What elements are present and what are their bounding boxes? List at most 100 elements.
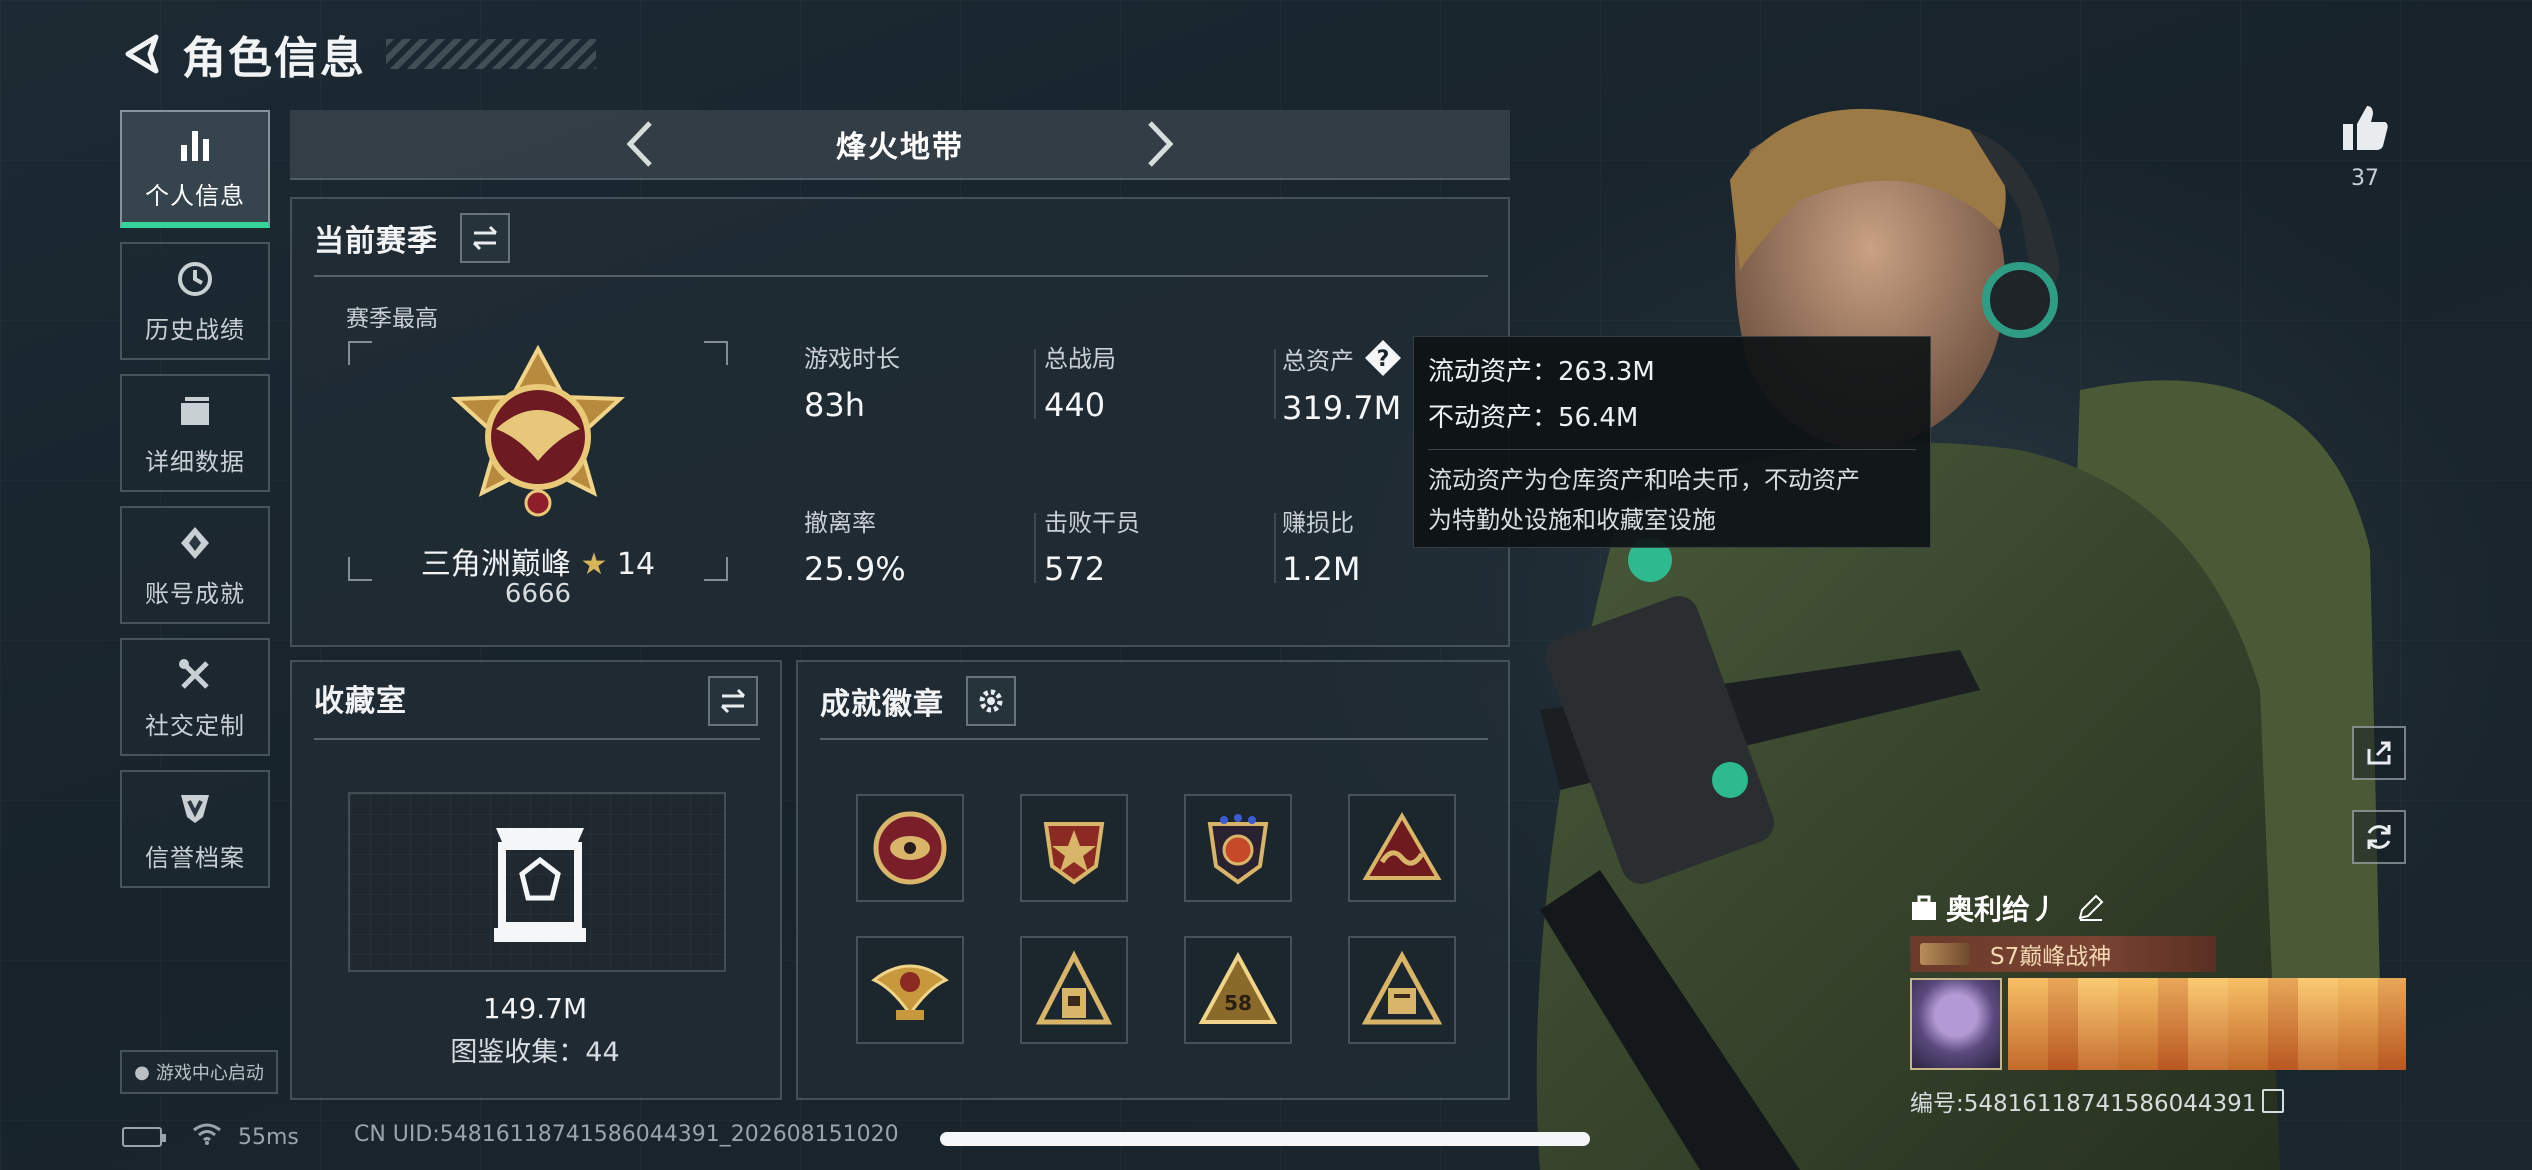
collection-switch-button[interactable] [708, 676, 758, 726]
tooltip-fixed-assets: 不动资产：56.4M [1428, 403, 1639, 433]
gear-icon [979, 689, 1003, 713]
collection-panel[interactable]: 收藏室 149.7M 图鉴收集：44 [290, 660, 782, 1100]
uid-text: CN UID:54816118741586044391_202608151020 [354, 1122, 899, 1147]
rank-name: 三角洲巅峰 ★ 14 [348, 539, 728, 583]
game-center-launch-button[interactable]: ● 游戏中心启动 [120, 1050, 278, 1094]
edit-icon[interactable] [2076, 894, 2104, 922]
svg-text:58: 58 [1224, 991, 1252, 1015]
like-button[interactable]: 37 [2330, 100, 2400, 191]
sidebar: 个人信息 历史战绩 详细数据 账号成就 社交定制 信誉档案 [120, 110, 270, 902]
badge-star-crest-icon[interactable] [1184, 794, 1292, 902]
home-indicator[interactable] [940, 1132, 1590, 1146]
share-button[interactable] [2352, 726, 2406, 780]
player-card: 奥利给丿 S7巅峰战神 编号:54816118741586044391 [1910, 888, 2410, 1118]
player-title-badge: S7巅峰战神 [1910, 936, 2216, 972]
mode-title: 烽火地带 [836, 130, 964, 165]
rank-name-text: 三角洲巅峰 [420, 547, 571, 582]
divider [1274, 349, 1276, 419]
sidebar-item-label: 信誉档案 [145, 843, 245, 872]
divider [1428, 449, 1916, 450]
wifi-icon [192, 1122, 222, 1152]
avatar[interactable] [1910, 978, 2002, 1070]
stat-label: 撤离率 [804, 509, 876, 537]
stat-value: 25.9% [804, 550, 906, 588]
stat-value: 83h [804, 386, 865, 424]
player-banner[interactable] [2008, 978, 2406, 1070]
stat-play-time: 游戏时长 83h [804, 339, 1004, 424]
badge-eye-icon[interactable] [856, 794, 964, 902]
player-id: 编号:54816118741586044391 [1910, 1091, 2257, 1117]
rank-display: 三角洲巅峰 ★ 14 6666 [348, 341, 728, 609]
sidebar-item-social[interactable]: 社交定制 [120, 638, 270, 756]
launch-label: 游戏中心启动 [155, 1063, 264, 1084]
rank-level: 14 [616, 547, 656, 582]
stat-label: 游戏时长 [804, 345, 900, 373]
sidebar-item-detailed-data[interactable]: 详细数据 [120, 374, 270, 492]
sidebar-item-credit[interactable]: 信誉档案 [120, 770, 270, 888]
divider [314, 738, 760, 740]
tooltip-liquid-assets: 流动资产：263.3M [1428, 357, 1655, 387]
badges-settings-button[interactable] [966, 676, 1016, 726]
swap-icon [720, 688, 746, 714]
penguin-icon: ● [134, 1061, 150, 1083]
sidebar-item-personal-info[interactable]: 个人信息 [120, 110, 270, 228]
badge-star-shield-icon[interactable] [1020, 794, 1128, 902]
collection-count: 图鉴收集：44 [450, 1037, 620, 1068]
chevron-left-icon[interactable] [620, 119, 660, 169]
ping-value: 55ms [238, 1124, 299, 1150]
sidebar-item-label: 社交定制 [145, 711, 245, 740]
season-switch-button[interactable] [460, 213, 510, 263]
badge-triangle-wave-icon[interactable] [1348, 794, 1456, 902]
status-bar: 55ms [122, 1122, 299, 1152]
stat-label: 总战局 [1044, 345, 1116, 373]
briefcase-icon [1912, 895, 1936, 920]
folder-icon [174, 390, 216, 432]
season-title: 当前赛季 [314, 224, 438, 259]
rank-score: 6666 [504, 579, 572, 609]
badges-title: 成就徽章 [820, 687, 944, 722]
divider [1274, 513, 1276, 583]
clock-icon [174, 258, 216, 300]
badge-triangle-58-icon[interactable]: 58 [1184, 936, 1292, 1044]
star-icon: ★ [580, 547, 608, 582]
season-subtitle: 赛季最高 [346, 306, 438, 332]
divider [1034, 349, 1036, 419]
achievement-icon [174, 522, 216, 564]
collection-showcase [348, 792, 726, 972]
swap-icon [472, 225, 498, 251]
stat-total-matches: 总战局 440 [1044, 339, 1244, 424]
page-title: 角色信息 [182, 33, 366, 84]
sidebar-item-history[interactable]: 历史战绩 [120, 242, 270, 360]
copy-icon[interactable] [2262, 1089, 2285, 1113]
stat-value: 572 [1044, 550, 1106, 588]
stat-value: 1.2M [1282, 550, 1361, 588]
refresh-button[interactable] [2352, 810, 2406, 864]
season-panel: 当前赛季 赛季最高 三角洲巅峰 ★ 14 6666 游戏时长 83h 总战局 4… [290, 197, 1510, 647]
shield-icon [174, 786, 216, 828]
divider [1034, 513, 1036, 583]
badge-tower-icon[interactable] [1020, 936, 1128, 1044]
back-arrow-icon[interactable] [120, 31, 166, 77]
chevron-right-icon[interactable] [1140, 119, 1180, 169]
sidebar-item-label: 详细数据 [145, 447, 245, 476]
like-count: 37 [2351, 166, 2379, 191]
sidebar-item-label: 历史战绩 [145, 315, 245, 344]
player-name: 奥利给丿 [1946, 893, 2059, 926]
divider [314, 275, 1488, 277]
bar-chart-icon [174, 124, 216, 166]
badge-triangle-box-icon[interactable] [1348, 936, 1456, 1044]
sidebar-item-label: 个人信息 [145, 181, 245, 210]
sidebar-item-label: 账号成就 [145, 579, 245, 608]
stat-label: 击败干员 [1044, 509, 1140, 537]
badge-eagle-icon[interactable] [856, 936, 964, 1044]
sidebar-item-achievements[interactable]: 账号成就 [120, 506, 270, 624]
header: 角色信息 [120, 22, 596, 86]
stat-kills: 击败干员 572 [1044, 503, 1244, 588]
rank-medal-icon [451, 344, 625, 517]
help-icon[interactable]: ? [1364, 339, 1402, 377]
tooltip-description-1: 流动资产为仓库资产和哈夫币，不动资产 [1428, 466, 1860, 494]
tools-icon [174, 654, 216, 696]
svg-text:?: ? [1377, 347, 1390, 372]
rifle-icon [1920, 943, 1970, 965]
player-visuals [1910, 978, 2410, 1070]
